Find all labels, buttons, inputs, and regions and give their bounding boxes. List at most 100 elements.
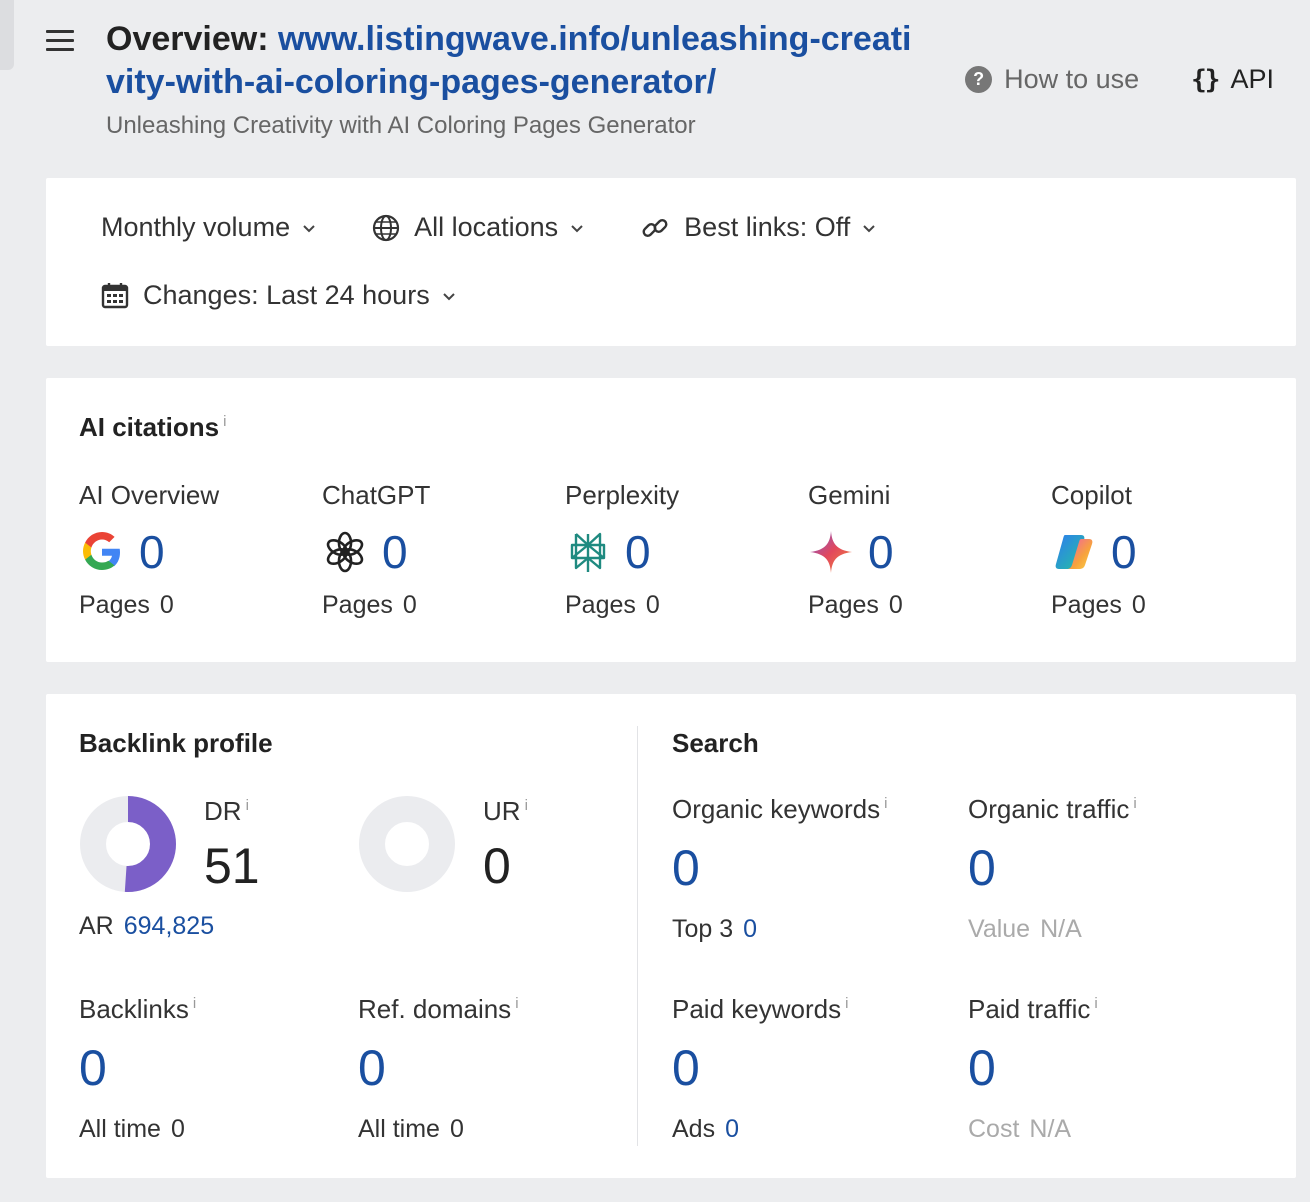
info-icon[interactable]: i (845, 995, 848, 1012)
question-icon: ? (965, 66, 993, 93)
dr-label: DR i (204, 796, 260, 827)
perplexity-label: Perplexity (565, 480, 680, 510)
perplexity-pages: Pages 0 (565, 591, 808, 620)
chevron-down-icon (303, 224, 315, 232)
perplexity-value[interactable]: 0 (625, 529, 651, 575)
filter-row-1: Monthly volume All locations Best links:… (101, 212, 932, 243)
ads-value[interactable]: 0 (725, 1115, 739, 1143)
paid-traffic-metric: Paid traffic i 0 Cost N/A (968, 994, 1098, 1144)
organic-traffic-label-text: Organic traffic (968, 794, 1130, 824)
monthly-volume-dropdown[interactable]: Monthly volume (101, 212, 316, 243)
side-panel-tab[interactable] (0, 0, 14, 70)
chevron-down-icon (863, 224, 875, 232)
copilot-value[interactable]: 0 (1111, 529, 1137, 575)
ai-citation-list: AI Overview 0 Pages 0 ChatGPT 0 Pages 0 … (79, 480, 1294, 620)
info-icon[interactable]: i (223, 413, 226, 430)
chatgpt-pages: Pages 0 (322, 591, 565, 620)
copilot-label: Copilot (1051, 480, 1132, 510)
chevron-down-icon (571, 224, 583, 232)
info-icon[interactable]: i (1133, 795, 1136, 812)
ads-row: Ads 0 (672, 1115, 848, 1144)
top3-value[interactable]: 0 (743, 915, 757, 943)
paid-keywords-value[interactable]: 0 (672, 1043, 848, 1093)
page-title: Overview: www.listingwave.info/unleashin… (106, 18, 926, 104)
paid-traffic-label: Paid traffic i (968, 994, 1098, 1025)
all-time-label: All time (358, 1115, 440, 1143)
cost-row: Cost N/A (968, 1115, 1098, 1144)
monthly-volume-label: Monthly volume (101, 212, 291, 242)
cost-value: N/A (1029, 1115, 1072, 1143)
value-value: N/A (1040, 915, 1082, 943)
pages-label: Pages (565, 591, 636, 619)
ur-value: 0 (483, 838, 511, 894)
value-label: Value (968, 915, 1031, 943)
menu-icon[interactable] (46, 30, 74, 52)
pages-label: Pages (79, 591, 150, 619)
copilot-column: Copilot 0 Pages 0 (1051, 480, 1294, 620)
ref-domains-label-text: Ref. domains (358, 994, 512, 1024)
ai-overview-column: AI Overview 0 Pages 0 (79, 480, 322, 620)
changes-dropdown[interactable]: Changes: Last 24 hours (101, 280, 456, 311)
ar-value[interactable]: 694,825 (124, 912, 214, 940)
dr-value: 51 (204, 838, 260, 894)
info-icon[interactable]: i (884, 795, 887, 812)
best-links-dropdown[interactable]: Best links: Off (640, 212, 876, 243)
backlinks-value[interactable]: 0 (79, 1043, 196, 1093)
info-icon[interactable]: i (1094, 995, 1097, 1012)
how-to-use-button[interactable]: ? How to use (965, 64, 1139, 95)
ur-label-text: UR (483, 796, 521, 826)
backlinks-label: Backlinks i (79, 994, 196, 1025)
copilot-pages: Pages 0 (1051, 591, 1294, 620)
paid-traffic-value[interactable]: 0 (968, 1043, 1098, 1093)
api-button[interactable]: {} API (1191, 64, 1274, 95)
all-time-value: 0 (449, 1115, 464, 1143)
ref-domains-label: Ref. domains i (358, 994, 519, 1025)
calendar-icon (101, 282, 129, 310)
organic-keywords-metric: Organic keywords i 0 Top 3 0 (672, 794, 887, 944)
chatgpt-value[interactable]: 0 (382, 529, 408, 575)
gemini-icon (808, 529, 854, 575)
backlinks-all-time: All time 0 (79, 1115, 196, 1144)
paid-keywords-metric: Paid keywords i 0 Ads 0 (672, 994, 848, 1144)
ur-block: UR i 0 (357, 794, 528, 894)
top3-row: Top 3 0 (672, 915, 887, 944)
info-icon[interactable]: i (515, 995, 518, 1012)
dr-label-text: DR (204, 796, 242, 826)
ai-overview-pages: Pages 0 (79, 591, 322, 620)
page-header: Overview: www.listingwave.info/unleashin… (106, 18, 926, 140)
ai-overview-value[interactable]: 0 (139, 529, 165, 575)
perplexity-icon (565, 529, 611, 575)
ai-overview-label: AI Overview (79, 480, 220, 510)
top-actions: ? How to use {} API (965, 64, 1274, 95)
ai-citations-card: AI citations i AI Overview 0 Pages 0 Cha… (46, 378, 1296, 662)
backlinks-metric: Backlinks i 0 All time 0 (79, 994, 196, 1144)
organic-keywords-value[interactable]: 0 (672, 843, 887, 893)
title-prefix: Overview: (106, 20, 269, 58)
pages-value: 0 (1131, 591, 1146, 619)
cost-label: Cost (968, 1115, 1020, 1143)
ref-domains-all-time: All time 0 (358, 1115, 519, 1144)
changes-label: Changes: Last 24 hours (143, 280, 430, 310)
info-icon[interactable]: i (193, 995, 196, 1012)
filters-card: Monthly volume All locations Best links:… (46, 178, 1296, 346)
ai-citations-title-text: AI citations (79, 412, 220, 442)
info-icon[interactable]: i (525, 797, 528, 814)
pages-value: 0 (888, 591, 903, 619)
locations-dropdown[interactable]: All locations (372, 212, 584, 243)
pages-value: 0 (645, 591, 660, 619)
pages-label: Pages (808, 591, 879, 619)
ref-domains-value[interactable]: 0 (358, 1043, 519, 1093)
link-icon (640, 213, 670, 243)
organic-traffic-value[interactable]: 0 (968, 843, 1137, 893)
ads-label: Ads (672, 1115, 716, 1143)
copilot-icon (1051, 529, 1097, 575)
all-time-value: 0 (170, 1115, 185, 1143)
locations-label: All locations (414, 212, 559, 242)
google-icon (79, 529, 125, 575)
info-icon[interactable]: i (246, 797, 249, 814)
pages-label: Pages (1051, 591, 1122, 619)
ar-label: AR (79, 912, 114, 940)
globe-icon (372, 214, 400, 242)
gemini-value[interactable]: 0 (868, 529, 894, 575)
gemini-pages: Pages 0 (808, 591, 1051, 620)
